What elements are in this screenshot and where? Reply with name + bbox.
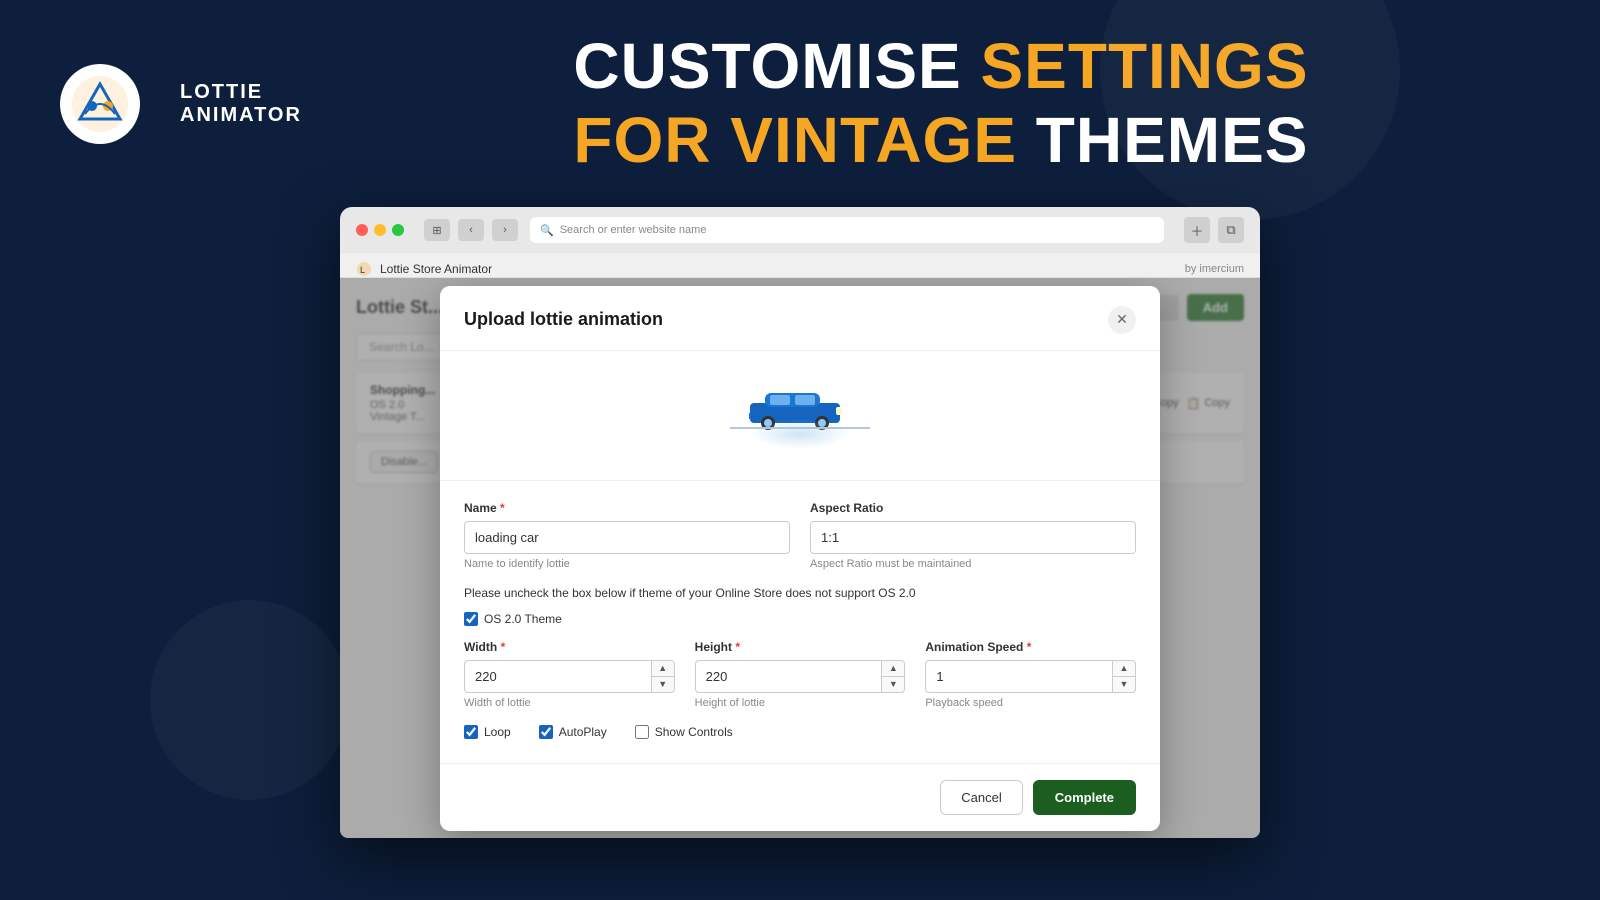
width-input-wrap: ▲ ▼	[464, 660, 675, 693]
traffic-light-green[interactable]	[392, 224, 404, 236]
tab-by-text: by imercium	[1185, 263, 1244, 275]
tab-bar: L Lottie Store Animator by imercium	[340, 253, 1260, 278]
autoplay-checkbox[interactable]	[539, 725, 553, 739]
traffic-lights	[356, 224, 404, 236]
animation-speed-input-wrap: ▲ ▼	[925, 660, 1136, 693]
height-decrement[interactable]: ▼	[882, 677, 904, 692]
form-row-2: Width * ▲ ▼ Width	[464, 640, 1136, 709]
aspect-ratio-field-group: Aspect Ratio Aspect Ratio must be mainta…	[810, 501, 1136, 570]
back-btn[interactable]: ‹	[458, 219, 484, 241]
aspect-ratio-hint: Aspect Ratio must be maintained	[810, 558, 1136, 570]
height-field-group: Height * ▲ ▼ Heig	[695, 640, 906, 709]
os-theme-label: OS 2.0 Theme	[484, 612, 562, 626]
animation-speed-label: Animation Speed *	[925, 640, 1136, 654]
width-field-group: Width * ▲ ▼ Width	[464, 640, 675, 709]
height-input[interactable]	[695, 660, 882, 693]
name-label: Name *	[464, 501, 790, 515]
browser-actions: ＋ ⧉	[1184, 217, 1244, 243]
animation-speed-required: *	[1027, 640, 1032, 654]
height-required: *	[735, 640, 740, 654]
browser-window: ⊞ ‹ › 🔍 Search or enter website name ＋ ⧉…	[340, 207, 1260, 838]
autoplay-checkbox-row: AutoPlay	[539, 725, 607, 739]
width-label: Width *	[464, 640, 675, 654]
os-notice: Please uncheck the box below if theme of…	[464, 586, 1136, 600]
logo-name-line2: ANIMATOR	[180, 104, 302, 127]
show-controls-checkbox-row: Show Controls	[635, 725, 733, 739]
os-theme-checkbox[interactable]	[464, 612, 478, 626]
autoplay-label: AutoPlay	[559, 725, 607, 739]
width-input[interactable]	[464, 660, 651, 693]
modal-title: Upload lottie animation	[464, 309, 663, 330]
new-tab-btn[interactable]: ＋	[1184, 217, 1210, 243]
search-icon: 🔍	[540, 224, 554, 237]
width-increment[interactable]: ▲	[652, 661, 674, 677]
tab-title: Lottie Store Animator	[380, 262, 492, 276]
browser-chrome: ⊞ ‹ › 🔍 Search or enter website name ＋ ⧉	[340, 207, 1260, 253]
loop-checkbox[interactable]	[464, 725, 478, 739]
address-text: Search or enter website name	[560, 224, 707, 236]
width-decrement[interactable]: ▼	[652, 677, 674, 692]
browser-nav-controls: ⊞ ‹ ›	[424, 219, 518, 241]
car-glow	[750, 419, 850, 449]
show-controls-label: Show Controls	[655, 725, 733, 739]
headline-line2-part1: FOR VINTAGE	[573, 104, 1017, 176]
height-increment[interactable]: ▲	[882, 661, 904, 677]
car-animation-wrap	[730, 381, 870, 449]
logo-name-line1: LOTTIE	[180, 81, 302, 104]
animation-speed-decrement[interactable]: ▼	[1113, 677, 1135, 692]
animation-speed-increment[interactable]: ▲	[1113, 661, 1135, 677]
aspect-ratio-label: Aspect Ratio	[810, 501, 1136, 515]
address-bar[interactable]: 🔍 Search or enter website name	[530, 217, 1164, 243]
bg-decoration-2	[150, 600, 350, 800]
modal-close-button[interactable]: ✕	[1108, 306, 1136, 334]
close-icon: ✕	[1116, 311, 1128, 328]
height-input-wrap: ▲ ▼	[695, 660, 906, 693]
upload-modal: Upload lottie animation ✕	[440, 286, 1160, 831]
windows-btn[interactable]: ⧉	[1218, 217, 1244, 243]
tab-favicon: L	[356, 261, 372, 277]
cancel-button[interactable]: Cancel	[940, 780, 1022, 815]
name-input[interactable]	[464, 521, 790, 554]
width-hint: Width of lottie	[464, 697, 675, 709]
headline-line1-part1: CUSTOMISE	[573, 30, 980, 102]
height-spinner: ▲ ▼	[881, 660, 905, 693]
loop-checkbox-row: Loop	[464, 725, 511, 739]
logo-text: LOTTIE ANIMATOR	[180, 81, 302, 127]
modal-header: Upload lottie animation ✕	[440, 286, 1160, 351]
checkboxes-row: Loop AutoPlay Show Controls	[464, 725, 1136, 743]
height-hint: Height of lottie	[695, 697, 906, 709]
animation-speed-hint: Playback speed	[925, 697, 1136, 709]
form-row-1: Name * Name to identify lottie Aspect Ra…	[464, 501, 1136, 570]
os-theme-checkbox-row: OS 2.0 Theme	[464, 612, 1136, 626]
forward-btn[interactable]: ›	[492, 219, 518, 241]
sidebar-toggle-btn[interactable]: ⊞	[424, 219, 450, 241]
browser-content: Lottie St... Add Search Lo... Shopping..…	[340, 278, 1260, 838]
aspect-ratio-input[interactable]	[810, 521, 1136, 554]
loop-label: Loop	[484, 725, 511, 739]
name-hint: Name to identify lottie	[464, 558, 790, 570]
animation-speed-field-group: Animation Speed * ▲ ▼	[925, 640, 1136, 709]
complete-button[interactable]: Complete	[1033, 780, 1136, 815]
animation-speed-spinner: ▲ ▼	[1112, 660, 1136, 693]
modal-footer: Cancel Complete	[440, 763, 1160, 831]
logo	[60, 64, 140, 144]
animation-preview	[440, 351, 1160, 481]
name-required: *	[500, 501, 505, 515]
traffic-light-red[interactable]	[356, 224, 368, 236]
traffic-light-yellow[interactable]	[374, 224, 386, 236]
name-field-group: Name * Name to identify lottie	[464, 501, 790, 570]
width-spinner: ▲ ▼	[651, 660, 675, 693]
width-required: *	[501, 640, 506, 654]
height-label: Height *	[695, 640, 906, 654]
animation-speed-input[interactable]	[925, 660, 1112, 693]
modal-overlay: Upload lottie animation ✕	[340, 278, 1260, 838]
modal-body: Name * Name to identify lottie Aspect Ra…	[440, 481, 1160, 763]
show-controls-checkbox[interactable]	[635, 725, 649, 739]
svg-text:L: L	[360, 265, 365, 275]
